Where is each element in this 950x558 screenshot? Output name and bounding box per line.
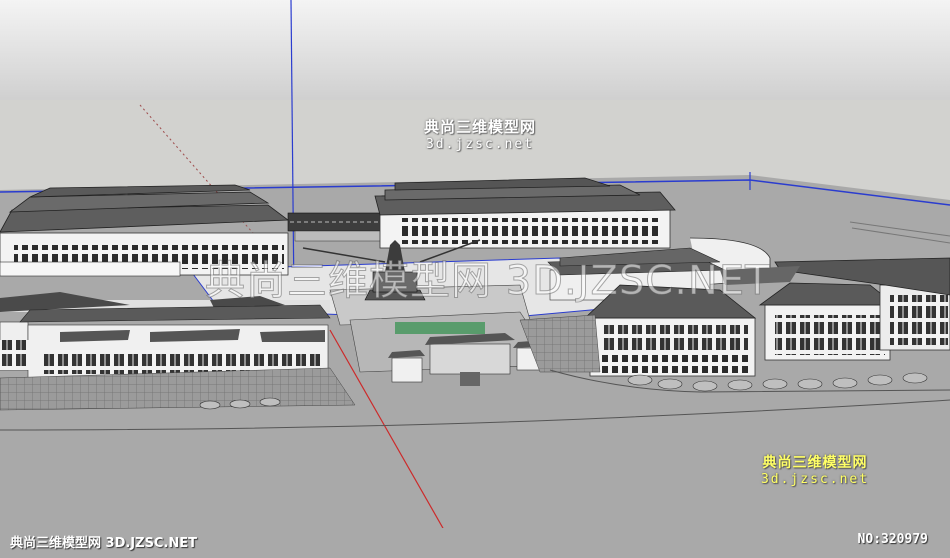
sky [0, 0, 950, 102]
watermark-top-en: 3d.jzsc.net [425, 137, 535, 152]
watermark-top: 典尚三维模型网 3d.jzsc.net [400, 116, 560, 152]
watermark-br-en: 3d.jzsc.net [760, 472, 870, 487]
watermark-bottom-right: 典尚三维模型网 3d.jzsc.net [740, 452, 890, 487]
footer-model-number: NO:320979 [857, 532, 928, 547]
footer-site-name: 典尚三维模型网 3D.JZSC.NET [10, 536, 198, 551]
watermark-center: 典尚三维模型网 3D.JZSC.NET [205, 258, 771, 305]
watermark-br-cn: 典尚三维模型网 [762, 455, 868, 471]
watermark-top-cn: 典尚三维模型网 [423, 118, 536, 136]
sketchup-viewport[interactable]: 典尚三维模型网 3d.jzsc.net 典尚三维模型网 3D.JZSC.NET … [0, 0, 950, 558]
